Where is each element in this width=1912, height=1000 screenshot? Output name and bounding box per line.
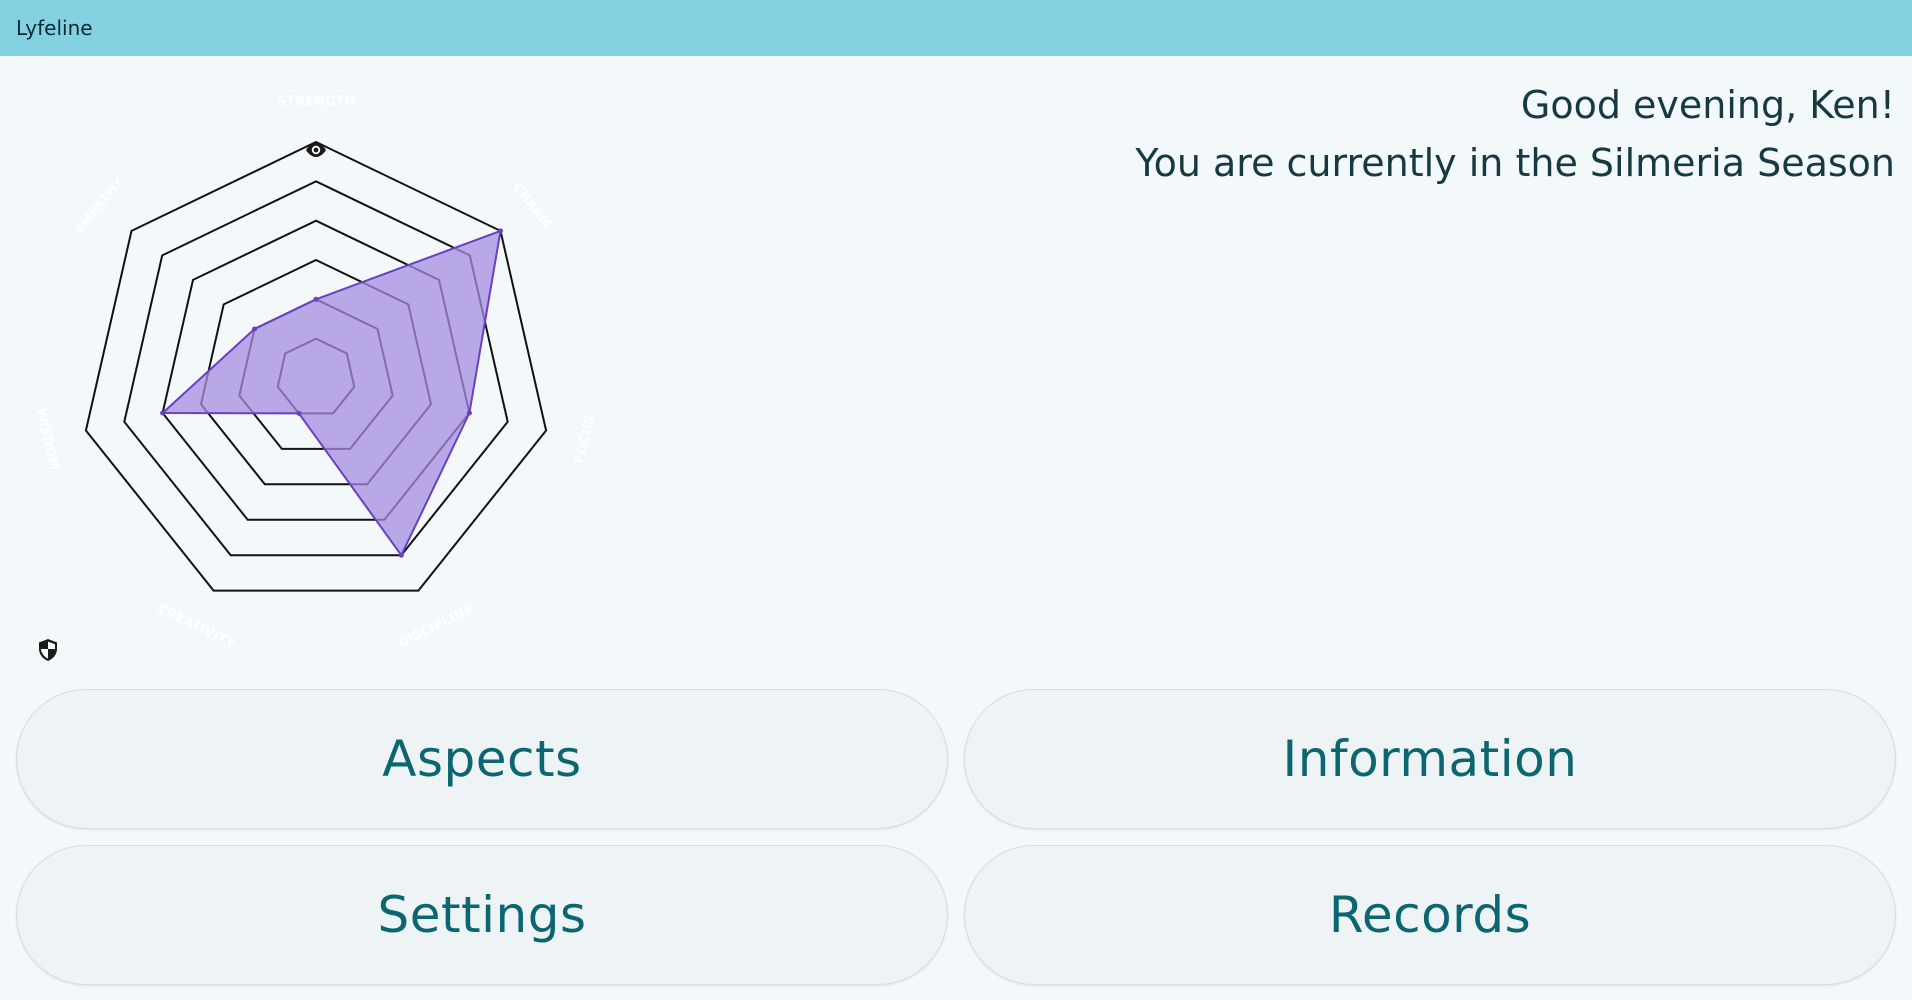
- app-title: Lyfeline: [16, 16, 93, 40]
- radar-axis-label: CHARM: [509, 180, 554, 231]
- radar-axis-label: FOCUS: [572, 414, 598, 466]
- records-label: Records: [1328, 886, 1532, 944]
- radar-axis-label: DISCIPLINE: [396, 602, 476, 651]
- records-button[interactable]: Records: [964, 845, 1896, 985]
- radar-axis-label: EMPATHY: [73, 174, 128, 237]
- settings-button[interactable]: Settings: [16, 845, 948, 985]
- radar-data-point: [466, 410, 472, 416]
- radar-axis-label: CREATIVITY: [155, 602, 238, 652]
- radar-series-area: [160, 229, 502, 558]
- settings-label: Settings: [377, 886, 587, 944]
- radar-data-point: [252, 326, 257, 332]
- shield-icon[interactable]: [36, 637, 60, 663]
- aspects-button[interactable]: Aspects: [16, 689, 948, 829]
- information-label: Information: [1282, 730, 1578, 788]
- radar-data-point: [313, 296, 319, 302]
- radar-axis-label: WISDOM: [33, 407, 62, 472]
- stats-radar-chart: STRENGTH CHARM FOCUS DISCIPLINE CREATIVITY WI…: [0, 56, 640, 676]
- radar-data-point: [160, 410, 166, 416]
- radar-data-point: [296, 410, 302, 416]
- information-button[interactable]: Information: [964, 689, 1896, 829]
- title-bar: Lyfeline: [0, 0, 1912, 56]
- greeting-panel: Good evening, Ken! You are currently in …: [1135, 76, 1895, 192]
- radar-data-point: [398, 552, 404, 558]
- greeting-text: Good evening, Ken!: [1520, 83, 1895, 127]
- aspects-label: Aspects: [382, 730, 582, 788]
- season-text: You are currently in the Silmeria Season: [1135, 141, 1895, 185]
- radar-axis-label: STRENGTH: [277, 95, 355, 110]
- eye-icon[interactable]: [303, 139, 329, 161]
- radar-data-point: [498, 228, 503, 234]
